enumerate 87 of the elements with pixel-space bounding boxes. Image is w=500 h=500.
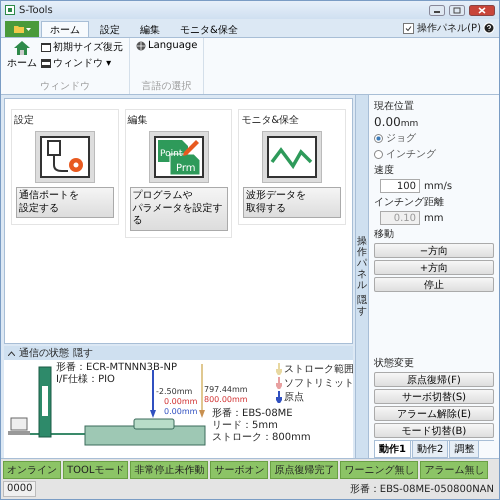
- status-indicator: TOOLモード: [63, 461, 128, 479]
- minimize-button[interactable]: [429, 4, 445, 16]
- card-title: 設定: [14, 114, 34, 127]
- ribbon-tab[interactable]: モニタ&保全: [171, 21, 247, 37]
- ribbon-button[interactable]: Language: [136, 40, 198, 51]
- folder-icon: [14, 25, 24, 33]
- origin-arrow: [150, 370, 156, 418]
- unit-label: mm/s: [424, 180, 452, 192]
- legend-label: ソフトリミット: [284, 378, 354, 389]
- actuator-spec: 形番：EBS-08ME: [212, 408, 293, 419]
- action-button[interactable]: 通信ポートを 設定する: [16, 187, 114, 218]
- stroke-arrow: [199, 364, 205, 418]
- ribbon-button[interactable]: ウィンドウ ▾: [41, 56, 123, 70]
- action-button[interactable]: プログラムや パラメータを設定する: [130, 187, 228, 230]
- status-indicator: アラーム無し: [420, 461, 488, 479]
- move-button[interactable]: −方向: [374, 243, 494, 258]
- hide-link[interactable]: 隠す: [357, 295, 367, 317]
- measure-value: 797.44mm: [204, 386, 248, 395]
- move-button[interactable]: +方向: [374, 260, 494, 275]
- input-field[interactable]: 100: [380, 179, 420, 193]
- card-title: モニタ&保全: [241, 114, 300, 127]
- radio-option[interactable]: インチング: [374, 147, 494, 161]
- caret-icon: [26, 28, 30, 30]
- model-number: 形番：EBS-08ME-050800NAN: [348, 482, 495, 497]
- radio-button[interactable]: [374, 134, 383, 142]
- status-indicator: 非常停止未作動: [130, 461, 208, 479]
- controller-drawing: [38, 366, 52, 438]
- section-label: 移動: [374, 228, 395, 241]
- app-icon: [5, 5, 15, 15]
- help-icon[interactable]: [483, 22, 495, 34]
- side-panel-bar[interactable]: 操作パネル 隠す: [355, 95, 369, 458]
- controller-spec: I/F仕様：PIO: [56, 374, 115, 385]
- ribbon-button[interactable]: 初期サイズ復元: [41, 40, 123, 54]
- side-panel-label: 操作パネル: [357, 236, 367, 291]
- move-button[interactable]: 停止: [374, 277, 494, 292]
- action-button[interactable]: 波形データを 取得する: [243, 187, 342, 218]
- restore-window-icon: [41, 42, 51, 52]
- checkbox[interactable]: [403, 22, 414, 34]
- state-button[interactable]: アラーム解除(E): [374, 406, 494, 421]
- controller-spec: 形番：ECR-MTNNN3B-NP: [56, 362, 177, 373]
- section-label: 現在位置: [374, 100, 415, 113]
- field-label: インチング距離: [374, 196, 445, 209]
- status-indicator: サーボオン: [210, 461, 268, 479]
- unit-label: mm: [424, 212, 444, 224]
- ribbon-tab[interactable]: ホーム: [41, 21, 89, 37]
- home-button[interactable]: ホーム: [7, 40, 37, 79]
- ribbon-tab[interactable]: 設定: [91, 21, 129, 37]
- pencil-icon: [182, 140, 198, 156]
- diagram-title: 通信の状態: [19, 346, 69, 360]
- close-button[interactable]: [469, 4, 495, 16]
- group-label: ウィンドウ: [39, 80, 91, 93]
- laptop-icon: [8, 416, 30, 438]
- panel-tab[interactable]: 動作2: [412, 441, 448, 458]
- radio-option[interactable]: ジョグ: [374, 131, 494, 145]
- legend-label: ストローク範囲: [284, 364, 354, 375]
- globe-icon: [136, 40, 146, 50]
- actuator-spec: ストローク：800mm: [212, 432, 311, 443]
- status-indicator: 原点復帰完了: [270, 461, 338, 479]
- state-button[interactable]: 原点復帰(F): [374, 372, 494, 387]
- measure-value: 0.00mm: [164, 398, 198, 407]
- status-indicator: 0000: [3, 481, 36, 497]
- panel-tab[interactable]: 動作1: [374, 441, 411, 458]
- state-button[interactable]: サーボ切替(S): [374, 389, 494, 404]
- collapse-icon[interactable]: [8, 350, 15, 356]
- icon-text: Prm: [176, 163, 196, 174]
- ribbon-tab[interactable]: 編集: [131, 21, 169, 37]
- measure-value: -2.50mm: [156, 388, 192, 397]
- window-title: S-Tools: [19, 4, 54, 16]
- window-icon: [41, 58, 51, 68]
- field-label: 速度: [374, 164, 395, 177]
- position-value: 0.00mm: [374, 115, 420, 129]
- hide-link[interactable]: 隠す: [73, 346, 93, 360]
- maximize-button[interactable]: [449, 4, 465, 16]
- group-label: 言語の選択: [140, 80, 193, 93]
- status-indicator: ワーニング無し: [340, 461, 418, 479]
- house-icon: [13, 40, 31, 56]
- radio-button[interactable]: [374, 150, 383, 158]
- measure-value: 800.00mm: [204, 396, 248, 405]
- actuator-spec: リード：5mm: [212, 420, 278, 431]
- legend-label: 原点: [284, 392, 304, 403]
- measure-value: 0.00mm: [164, 408, 198, 417]
- state-button[interactable]: モード切替(B): [374, 423, 494, 438]
- card-title: 編集: [128, 114, 148, 127]
- section-label: 状態変更: [374, 356, 415, 370]
- status-indicator: オンライン: [3, 461, 61, 479]
- panel-tab[interactable]: 調整: [449, 441, 480, 458]
- checkbox-label: 操作パネル(P): [417, 22, 481, 35]
